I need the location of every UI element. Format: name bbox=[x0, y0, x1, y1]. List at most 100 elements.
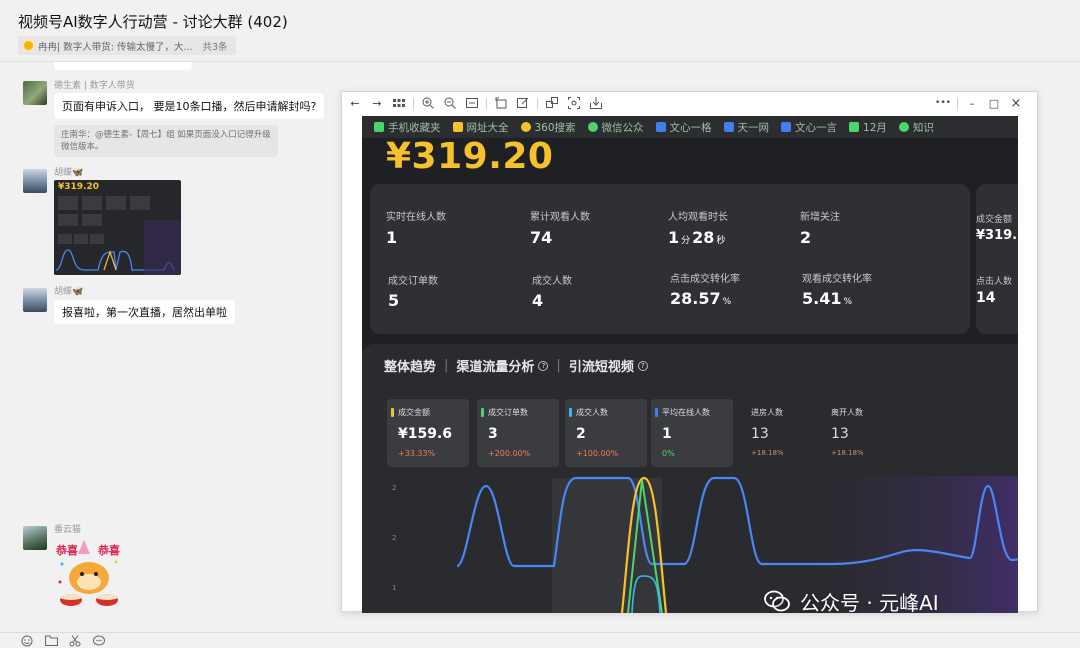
stat-label: 成交订单数 bbox=[388, 276, 438, 287]
bookmark-item: 文心一言 bbox=[781, 120, 837, 135]
zoom-in-icon[interactable] bbox=[417, 92, 439, 114]
more-options-icon[interactable]: ••• bbox=[932, 92, 954, 114]
trend-tabs: 整体趋势 | 渠道流量分析? | 引流短视频? bbox=[384, 356, 648, 375]
help-icon: ? bbox=[538, 360, 549, 371]
message-bubble[interactable]: 页面有申诉入口， 要是10条口播，然后申请解封吗? bbox=[54, 93, 325, 119]
metric-card-orders: 成交订单数 3 +200.00% bbox=[477, 399, 559, 467]
screenshot-photo: 手机收藏夹 网址大全 360搜索 微信公众 文心一格 天一网 文心一言 12月 … bbox=[362, 116, 1018, 613]
stat-value: 74 bbox=[530, 228, 553, 247]
stat-label: 实时在线人数 bbox=[386, 212, 446, 223]
stat-value: 2 bbox=[800, 228, 812, 247]
stat-label: 点击人数 bbox=[976, 277, 1013, 287]
toolbar-divider bbox=[486, 97, 487, 109]
metric-color-bar bbox=[655, 408, 658, 417]
chat-title: 视频号AI数字人行动营 - 讨论大群 (402) bbox=[18, 13, 288, 31]
sticker-message[interactable]: 恭喜 恭喜 bbox=[54, 538, 124, 610]
bookmark-item: 天一网 bbox=[723, 120, 769, 135]
stat-value-percent: 28.57% bbox=[670, 289, 732, 308]
window-controls: ••• – □ × bbox=[932, 92, 1027, 114]
pin-icon bbox=[24, 41, 33, 50]
maximize-icon[interactable]: □ bbox=[983, 92, 1005, 114]
bookmark-item: 知识 bbox=[898, 120, 934, 135]
total-sales-amount: ¥319.20 bbox=[386, 136, 554, 177]
bookmark-item: 网址大全 bbox=[452, 120, 509, 135]
sender-name: 胡蝶🦋 bbox=[54, 168, 84, 178]
pinned-message-bar[interactable]: 冉冉| 数字人带货: 传输太慢了，大... 共3条 bbox=[18, 36, 236, 55]
bookmark-item: 文心一格 bbox=[655, 120, 712, 135]
translate-icon[interactable] bbox=[541, 92, 563, 114]
toolbar-divider bbox=[537, 97, 538, 109]
stat-value: 4 bbox=[532, 291, 544, 310]
cat-drum-sticker-image bbox=[58, 540, 118, 606]
chat-icon[interactable] bbox=[90, 634, 108, 648]
message-bubble[interactable]: 报喜啦，第一次直播，居然出单啦 bbox=[54, 300, 235, 324]
download-icon[interactable] bbox=[585, 92, 607, 114]
toolbar-divider bbox=[413, 97, 414, 109]
metric-card-sales: 成交金额 ¥159.6 +33.33% bbox=[387, 399, 469, 467]
stat-label: 人均观看时长 bbox=[668, 212, 728, 223]
sender-name: 番云猫 bbox=[54, 525, 82, 535]
metric-card-avg-online: 平均在线人数 1 0% bbox=[651, 399, 733, 467]
live-stats-card: 实时在线人数 1 累计观看人数 74 人均观看时长 1 分 28 秒 新增关注 2 成… bbox=[370, 184, 970, 334]
stat-label: 新增关注 bbox=[800, 212, 840, 223]
stat-label: 累计观看人数 bbox=[530, 212, 590, 223]
metric-color-bar bbox=[391, 408, 394, 417]
scissors-icon[interactable] bbox=[66, 634, 84, 648]
sender-name: 德生素 | 数字人带货 bbox=[54, 81, 135, 91]
stat-label: 点击成交转化率 bbox=[670, 274, 740, 285]
wechat-official-account-watermark: 公众号 · 元峰AI bbox=[764, 583, 939, 619]
toolbar-divider bbox=[957, 97, 958, 109]
stat-value: 14 bbox=[976, 290, 996, 306]
back-icon[interactable]: ← bbox=[344, 92, 366, 114]
tab-channel-traffic[interactable]: 渠道流量分析 bbox=[456, 356, 534, 375]
bookmark-item: 360搜索 bbox=[520, 120, 576, 135]
edit-icon[interactable] bbox=[512, 92, 534, 114]
bookmark-item: 微信公众 bbox=[587, 120, 644, 135]
folder-icon[interactable] bbox=[42, 634, 60, 648]
crop-icon[interactable] bbox=[563, 92, 585, 114]
bookmark-item: 12月 bbox=[849, 120, 887, 135]
watermark-text: 公众号 · 元峰AI bbox=[800, 590, 939, 615]
pinned-message-text: 冉冉| 数字人带货: 传输太慢了，大... bbox=[38, 41, 193, 53]
minimize-icon[interactable]: – bbox=[961, 92, 983, 114]
emoji-icon[interactable] bbox=[18, 634, 36, 648]
grid-icon[interactable] bbox=[388, 92, 410, 114]
avatar[interactable] bbox=[23, 169, 47, 193]
chat-header: 视频号AI数字人行动营 - 讨论大群 (402) 冉冉| 数字人带货: 传输太慢… bbox=[0, 0, 1080, 62]
tab-short-video[interactable]: 引流短视频 bbox=[569, 356, 634, 375]
previous-message-bubble bbox=[54, 62, 192, 70]
fit-icon[interactable] bbox=[461, 92, 483, 114]
stat-value: 5 bbox=[388, 291, 400, 310]
wechat-icon bbox=[764, 590, 790, 612]
stat-value: 1 bbox=[386, 228, 398, 247]
thumbnail-chart bbox=[55, 196, 181, 275]
metric-color-bar bbox=[481, 408, 484, 417]
rotate-icon[interactable] bbox=[490, 92, 512, 114]
browser-bookmarks-bar: 手机收藏夹 网址大全 360搜索 微信公众 文心一格 天一网 文心一言 12月 … bbox=[362, 116, 1018, 138]
help-icon: ? bbox=[637, 360, 648, 371]
stat-label: 观看成交转化率 bbox=[802, 274, 872, 285]
metric-card-entered: 进房人数 13 +18.18% bbox=[751, 408, 784, 457]
sender-name: 胡蝶🦋 bbox=[54, 287, 84, 297]
forward-icon[interactable]: → bbox=[366, 92, 388, 114]
tab-overall-trend[interactable]: 整体趋势 bbox=[384, 356, 436, 375]
avatar[interactable] bbox=[23, 81, 47, 105]
side-stats-card: 成交金额 ¥319.20 点击人数 14 bbox=[976, 184, 1018, 334]
stat-value: ¥319.20 bbox=[976, 228, 1018, 243]
avatar[interactable] bbox=[23, 526, 47, 550]
stat-label: 成交金额 bbox=[976, 215, 1013, 225]
metric-color-bar bbox=[569, 408, 572, 417]
bookmark-item: 手机收藏夹 bbox=[374, 120, 441, 135]
avatar[interactable] bbox=[23, 288, 47, 312]
image-viewer-window[interactable]: ← → ••• – □ × 手机收藏夹 网址大全 360搜索 微信公众 文心一格… bbox=[341, 91, 1038, 613]
input-toolbar bbox=[0, 632, 1080, 648]
quoted-message[interactable]: 庄南华：@德生素-【周七】组 如果页面没入口记得升级微信版本。 bbox=[54, 125, 278, 157]
metric-card-left: 离开人数 13 +18.18% bbox=[831, 408, 864, 457]
close-icon[interactable]: × bbox=[1005, 92, 1027, 114]
image-message-thumbnail[interactable]: ¥319.20 bbox=[54, 180, 181, 275]
pinned-count: 共3条 bbox=[202, 41, 228, 53]
stat-label: 成交人数 bbox=[532, 276, 572, 287]
stat-value-duration: 1 分 28 秒 bbox=[668, 228, 726, 247]
stat-value-percent: 5.41% bbox=[802, 289, 853, 308]
zoom-out-icon[interactable] bbox=[439, 92, 461, 114]
